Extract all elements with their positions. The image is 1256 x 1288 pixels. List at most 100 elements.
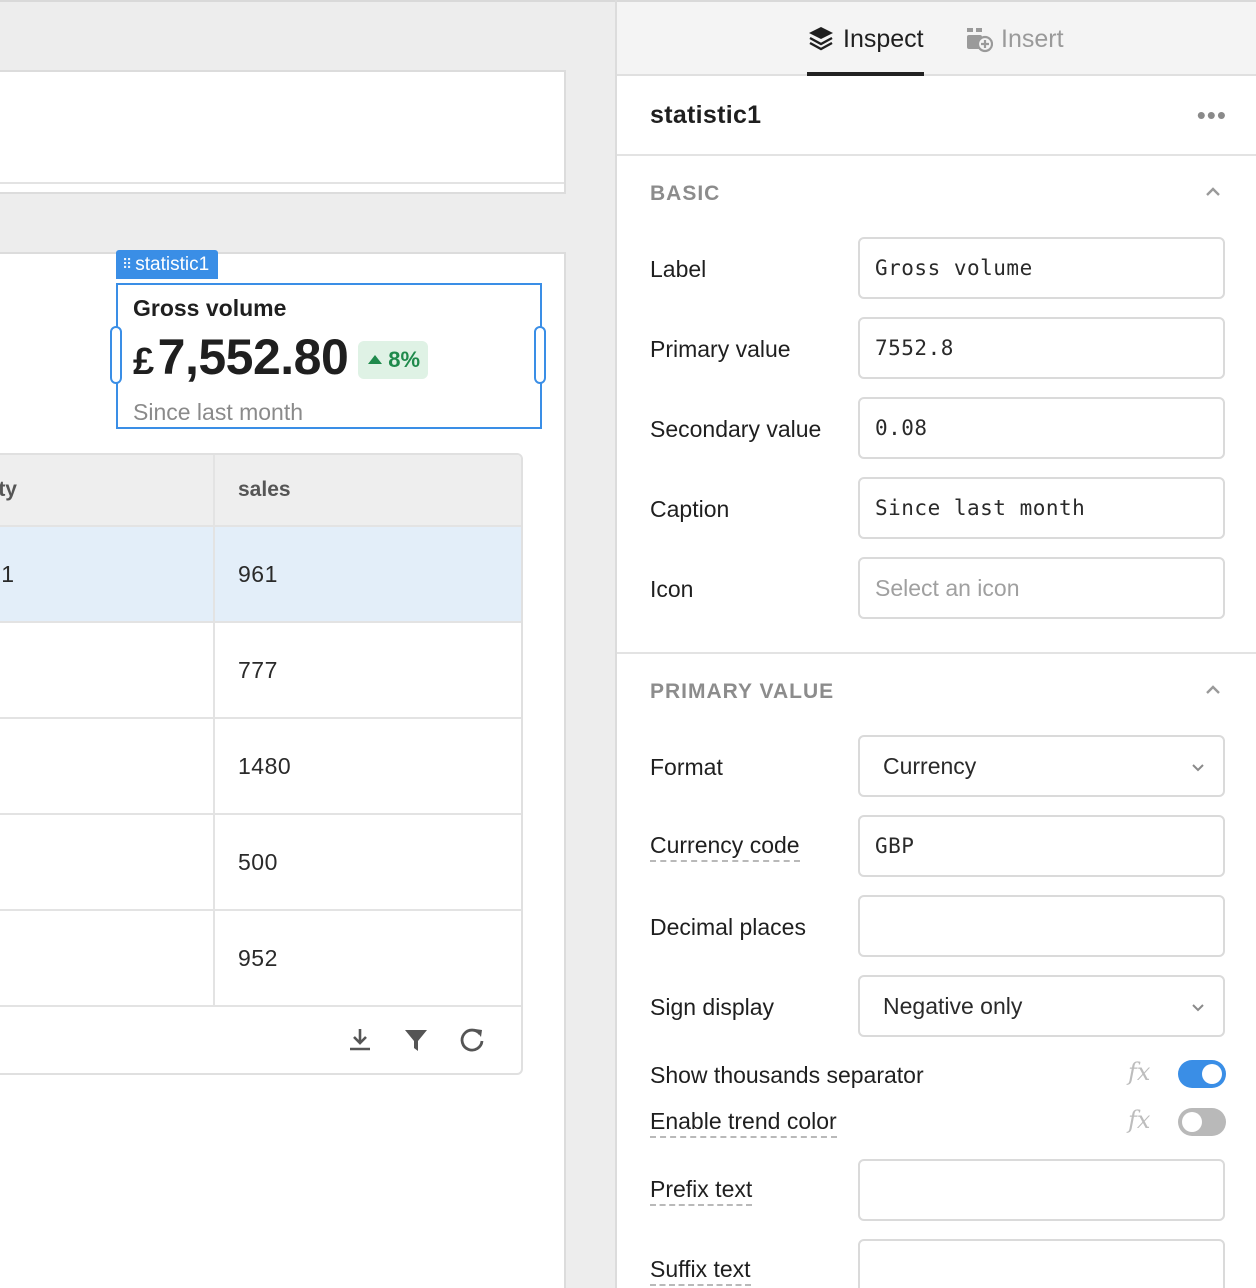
trend-up-icon [368, 354, 383, 364]
select-value: Currency [883, 752, 977, 779]
refresh-icon[interactable] [457, 1025, 487, 1055]
section-title-primary-value[interactable]: PRIMARY VALUE [650, 680, 834, 704]
thousands-separator-toggle[interactable] [1178, 1060, 1226, 1088]
fx-icon[interactable]: fx [1128, 1106, 1150, 1134]
table-toolbar [0, 1005, 521, 1073]
statistic-primary-value: £7,552.80 [133, 328, 349, 391]
currency-symbol: £ [133, 341, 154, 383]
select-value: Negative only [883, 992, 1023, 1019]
table-cell [0, 911, 215, 1005]
table-cell: 7 [0, 623, 215, 717]
resize-handle-left[interactable] [110, 326, 122, 384]
input-value: Since last month [875, 496, 1086, 520]
prop-label: Caption [650, 496, 730, 522]
table-cell-sales: 500 [238, 848, 278, 875]
column-header[interactable]: ty [0, 455, 215, 525]
table-cell-sales: 961 [238, 560, 278, 587]
currency-code-input[interactable]: GBP [858, 815, 1225, 877]
table-cell: 3 [0, 719, 215, 813]
input-placeholder: Select an icon [875, 574, 1020, 601]
canvas-container-top[interactable] [0, 70, 566, 194]
prop-label: Show thousands separator [650, 1062, 924, 1088]
tab-label: Inspect [843, 24, 924, 53]
sign-display-select[interactable]: Negative only [858, 975, 1225, 1037]
table-cell-sales: 1480 [238, 752, 292, 779]
input-value: 0.08 [875, 416, 928, 440]
component-name[interactable]: statistic1 [650, 101, 761, 130]
secondary-value-input[interactable]: 0.08 [858, 397, 1225, 459]
suffix-text-input[interactable] [858, 1239, 1225, 1288]
prop-label: Prefix text [650, 1176, 753, 1206]
table-row[interactable]: 7 777 [0, 623, 521, 719]
table-row[interactable]: 3 1480 [0, 719, 521, 815]
statistic-caption: Since last month [133, 399, 304, 425]
editor-canvas[interactable]: ⠿ statistic1 Gross volume £7,552.80 8% S… [0, 0, 615, 1288]
input-value: 7552.8 [875, 336, 954, 360]
icon-select[interactable]: Select an icon [858, 557, 1225, 619]
label-input[interactable]: Gross volume [858, 237, 1225, 299]
trend-color-toggle[interactable] [1178, 1108, 1226, 1136]
prop-label: Enable trend color [650, 1108, 837, 1138]
table-row[interactable]: 01 961 [0, 527, 521, 623]
section-divider [617, 652, 1256, 654]
trend-badge: 8% [358, 340, 429, 379]
inspector-panel: Inspect Insert statistic1 ••• BASIC Labe… [615, 0, 1256, 1288]
table-cell [0, 815, 215, 909]
prop-label: Decimal places [650, 914, 806, 940]
chevron-up-icon[interactable] [1204, 684, 1222, 696]
format-select[interactable]: Currency [858, 735, 1225, 797]
toggle-knob [1182, 1112, 1202, 1132]
chevron-up-icon[interactable] [1204, 186, 1222, 198]
download-icon[interactable] [345, 1025, 375, 1055]
prefix-text-input[interactable] [858, 1159, 1225, 1221]
cell-text: 7 [0, 657, 1, 684]
statistic-component[interactable]: Gross volume £7,552.80 8% Since last mon… [116, 283, 542, 429]
prop-label: Currency code [650, 832, 800, 862]
tab-insert[interactable]: Insert [965, 2, 1064, 76]
tab-inspect[interactable]: Inspect [807, 2, 924, 76]
layers-icon [809, 27, 833, 51]
tab-label: Insert [1001, 24, 1064, 53]
drag-handle-icon[interactable]: ⠿ [122, 250, 132, 279]
data-table[interactable]: ty sales 01 961 7 777 3 1480 500 952 [0, 453, 523, 1075]
more-options-button[interactable]: ••• [1197, 102, 1227, 128]
fx-icon[interactable]: fx [1128, 1058, 1150, 1086]
caption-input[interactable]: Since last month [858, 477, 1225, 539]
component-tag-label: statistic1 [135, 254, 210, 275]
toggle-knob [1202, 1064, 1222, 1084]
primary-value-input[interactable]: 7552.8 [858, 317, 1225, 379]
statistic-value-text: 7,552.80 [157, 329, 349, 385]
chevron-down-icon [1192, 1004, 1204, 1012]
input-value: Gross volume [875, 256, 1033, 280]
app-root: ⠿ statistic1 Gross volume £7,552.80 8% S… [0, 0, 1256, 1288]
table-cell: 01 [0, 527, 215, 621]
table-row[interactable]: 952 [0, 911, 521, 1007]
statistic-value-row: £7,552.80 8% [133, 328, 525, 391]
prop-label: Sign display [650, 994, 775, 1020]
table-cell-sales: 952 [238, 944, 278, 971]
prop-label: Secondary value [650, 416, 822, 442]
trend-value: 8% [388, 346, 421, 372]
chevron-down-icon [1192, 764, 1204, 772]
cell-text: 3 [0, 753, 1, 780]
decimal-places-input[interactable] [858, 895, 1225, 957]
statistic-label: Gross volume [133, 295, 287, 321]
prop-label: Icon [650, 576, 694, 602]
prop-label: Label [650, 256, 707, 282]
prop-label: Suffix text [650, 1256, 751, 1286]
resize-handle-right[interactable] [534, 326, 546, 384]
component-header: statistic1 ••• [617, 76, 1256, 156]
container-divider [0, 182, 564, 184]
prop-label: Format [650, 754, 723, 780]
table-header-row: ty sales [0, 455, 521, 527]
panel-tabs: Inspect Insert [617, 0, 1256, 76]
section-title-basic[interactable]: BASIC [650, 182, 720, 206]
component-selection-tag[interactable]: ⠿ statistic1 [116, 250, 219, 279]
table-cell-sales: 777 [238, 656, 278, 683]
filter-icon[interactable] [401, 1025, 431, 1055]
table-row[interactable]: 500 [0, 815, 521, 911]
input-value: GBP [875, 834, 915, 858]
prop-label: Primary value [650, 336, 791, 362]
insert-component-icon [967, 28, 993, 53]
column-header-sales[interactable]: sales [215, 455, 521, 525]
